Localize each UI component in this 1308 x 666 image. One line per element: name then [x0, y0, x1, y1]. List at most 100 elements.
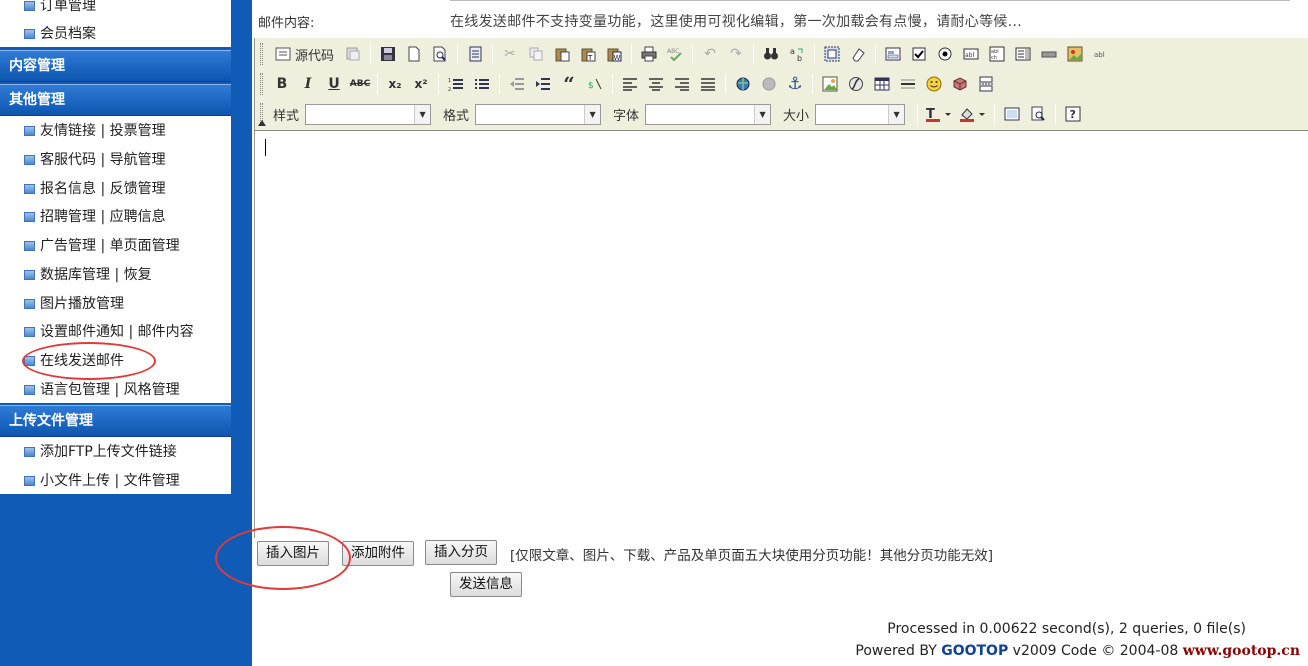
text-color-icon[interactable]: T — [922, 102, 956, 126]
help-icon[interactable]: ? — [1060, 102, 1086, 126]
horizontal-rule-icon[interactable] — [895, 72, 921, 96]
replace-icon[interactable]: ab — [784, 42, 810, 66]
indent-icon[interactable] — [530, 72, 556, 96]
paste-text-icon[interactable]: T — [575, 42, 601, 66]
sidebar-item-members[interactable]: 会员档案 — [24, 20, 96, 49]
sidebar-section-content[interactable]: 内容管理 — [0, 50, 231, 82]
size-select[interactable]: ▼ — [815, 103, 906, 125]
select-all-icon[interactable] — [819, 42, 845, 66]
undo-icon[interactable]: ↶ — [697, 42, 723, 66]
svg-text:b: b — [797, 54, 802, 62]
send-button[interactable]: 发送信息 — [450, 572, 522, 597]
sidebar-item-database[interactable]: 数据库管理 | 恢复 — [24, 261, 152, 290]
blockquote-icon[interactable]: “ — [556, 72, 582, 96]
align-left-icon[interactable] — [617, 72, 643, 96]
paste-word-icon[interactable]: W — [601, 42, 627, 66]
checkbox-icon[interactable] — [906, 42, 932, 66]
svg-text:$: $ — [588, 81, 594, 91]
font-select[interactable]: ▼ — [645, 103, 772, 125]
bold-button[interactable]: B — [269, 72, 295, 96]
strike-button[interactable]: ABC — [347, 72, 373, 96]
anchor-icon[interactable]: ⚓ — [782, 72, 808, 96]
redo-icon[interactable]: ↷ — [723, 42, 749, 66]
numbered-list-icon[interactable]: 12 — [443, 72, 469, 96]
table-icon[interactable] — [869, 72, 895, 96]
sidebar-item-service-nav[interactable]: 客服代码 | 导航管理 — [24, 146, 166, 175]
align-center-icon[interactable] — [643, 72, 669, 96]
select-field-icon[interactable] — [1010, 42, 1036, 66]
sidebar-item-links-votes[interactable]: 友情链接 | 投票管理 — [24, 117, 166, 146]
sidebar-item-file-upload[interactable]: 小文件上传 | 文件管理 — [24, 467, 180, 496]
templates-icon[interactable] — [462, 42, 488, 66]
insert-image-button[interactable]: 插入图片 — [257, 541, 329, 566]
sidebar-item-recruit[interactable]: 招聘管理 | 应聘信息 — [24, 203, 166, 232]
template-icon[interactable] — [340, 42, 366, 66]
bullet-icon — [24, 385, 35, 395]
format-select[interactable]: ▼ — [475, 103, 602, 125]
justify-icon[interactable] — [695, 72, 721, 96]
sidebar-item-ftp-link[interactable]: 添加FTP上传文件链接 — [24, 438, 177, 467]
bullet-list-icon[interactable] — [469, 72, 495, 96]
separator — [377, 74, 378, 94]
maximize-icon[interactable] — [999, 102, 1025, 126]
cut-icon[interactable]: ✂ — [497, 42, 523, 66]
special-char-icon[interactable] — [947, 72, 973, 96]
div-container-icon[interactable]: $ — [582, 72, 608, 96]
style-select[interactable]: ▼ — [305, 103, 432, 125]
sidebar-item-language-style[interactable]: 语言包管理 | 风格管理 — [24, 376, 180, 405]
separator — [812, 74, 813, 94]
flash-icon[interactable] — [843, 72, 869, 96]
chevron-down-icon: ▼ — [584, 104, 601, 124]
sidebar: 订单管理 会员档案 内容管理 其他管理 友情链接 | 投票管理 客服代码 | 导… — [0, 0, 252, 666]
chevron-down-icon: ▼ — [888, 104, 905, 124]
bullet-icon — [24, 1, 35, 11]
sidebar-item-signup-feedback[interactable]: 报名信息 | 反馈管理 — [24, 175, 166, 204]
separator — [814, 44, 816, 64]
show-blocks-icon[interactable] — [1025, 102, 1051, 126]
hidden-field-icon[interactable]: abl — [1088, 42, 1114, 66]
separator — [631, 44, 633, 64]
form-icon[interactable] — [880, 42, 906, 66]
copy-icon[interactable] — [523, 42, 549, 66]
page-break-icon[interactable] — [973, 72, 999, 96]
textarea-icon[interactable]: abl ch — [984, 42, 1010, 66]
superscript-button[interactable]: x² — [408, 72, 434, 96]
paste-icon[interactable] — [549, 42, 575, 66]
radio-icon[interactable] — [932, 42, 958, 66]
spellcheck-icon[interactable]: ABC — [662, 42, 688, 66]
underline-button[interactable]: U — [321, 72, 347, 96]
source-button[interactable]: 源代码 — [269, 42, 340, 66]
rich-text-editor: 源代码 ✂ T W ABC ↶ ↷ a b abl abl ch abl B I… — [254, 38, 1308, 538]
site-link[interactable]: www.gootop.cn — [1183, 643, 1300, 659]
button-field-icon[interactable] — [1036, 42, 1062, 66]
sidebar-item-slideshow[interactable]: 图片播放管理 — [24, 290, 124, 319]
align-right-icon[interactable] — [669, 72, 695, 96]
sidebar-item-send-mail[interactable]: 在线发送邮件 — [24, 347, 124, 376]
bullet-icon — [24, 299, 35, 309]
collapse-toolbar-icon[interactable] — [258, 120, 266, 126]
sidebar-item-orders[interactable]: 订单管理 — [24, 0, 96, 21]
sidebar-section-other[interactable]: 其他管理 — [0, 84, 231, 116]
remove-format-icon[interactable] — [845, 42, 871, 66]
print-icon[interactable] — [636, 42, 662, 66]
insert-pagebreak-button[interactable]: 插入分页 — [425, 540, 497, 565]
background-color-icon[interactable] — [956, 102, 990, 126]
sidebar-item-mail-settings[interactable]: 设置邮件通知 | 邮件内容 — [24, 318, 194, 347]
link-icon[interactable] — [730, 72, 756, 96]
new-page-icon[interactable] — [401, 42, 427, 66]
unlink-icon[interactable] — [756, 72, 782, 96]
smiley-icon[interactable] — [921, 72, 947, 96]
italic-button[interactable]: I — [295, 72, 321, 96]
sidebar-item-ads-pages[interactable]: 广告管理 | 单页面管理 — [24, 232, 180, 261]
sidebar-section-upload[interactable]: 上传文件管理 — [0, 405, 231, 437]
textfield-icon[interactable]: abl — [958, 42, 984, 66]
image-icon[interactable] — [817, 72, 843, 96]
outdent-icon[interactable] — [504, 72, 530, 96]
preview-icon[interactable] — [427, 42, 453, 66]
editor-content-area[interactable] — [255, 131, 1308, 538]
save-icon[interactable] — [375, 42, 401, 66]
subscript-button[interactable]: x₂ — [382, 72, 408, 96]
image-button-icon[interactable] — [1062, 42, 1088, 66]
add-attachment-button[interactable]: 添加附件 — [342, 541, 414, 566]
find-icon[interactable] — [758, 42, 784, 66]
